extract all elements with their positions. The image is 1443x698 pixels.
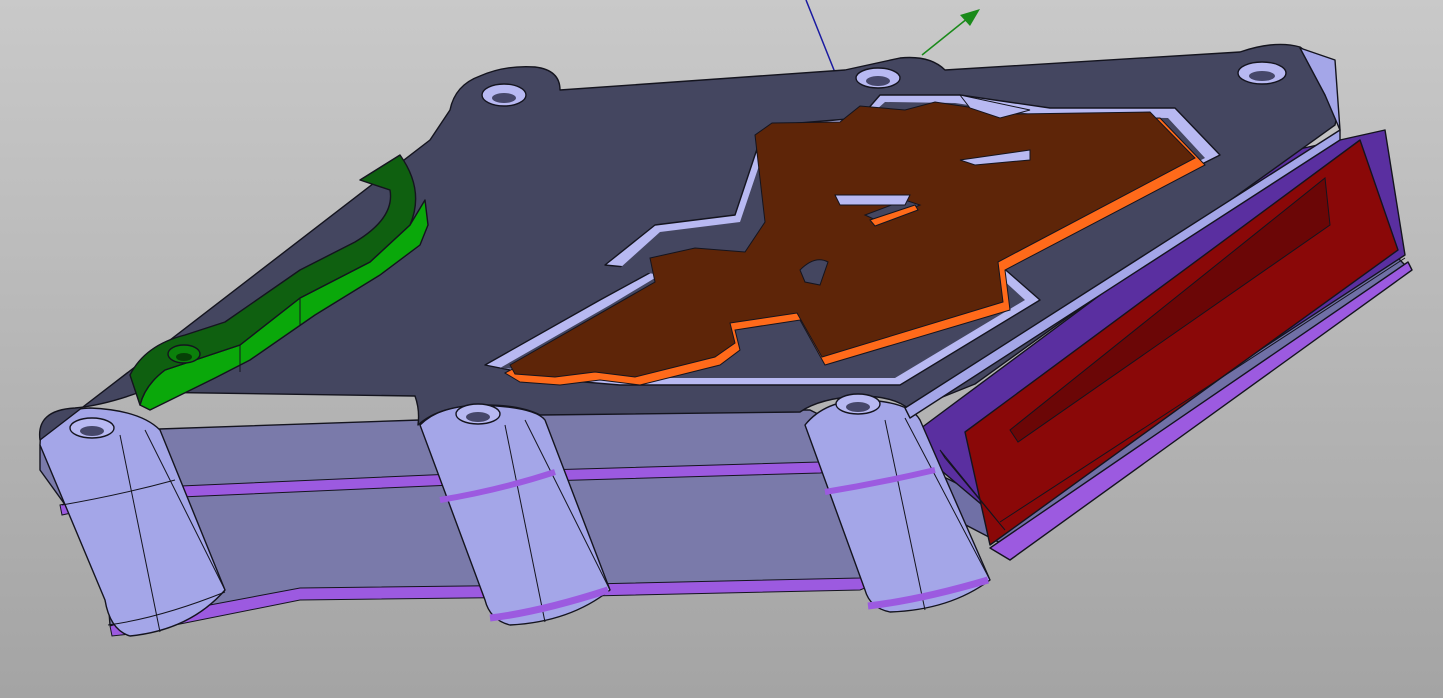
3d-viewport[interactable] (0, 0, 1443, 698)
y-axis-line (921, 17, 969, 56)
model-view (38, 0, 1413, 637)
z-axis-line (805, 0, 839, 81)
y-axis-arrowhead (960, 9, 980, 26)
